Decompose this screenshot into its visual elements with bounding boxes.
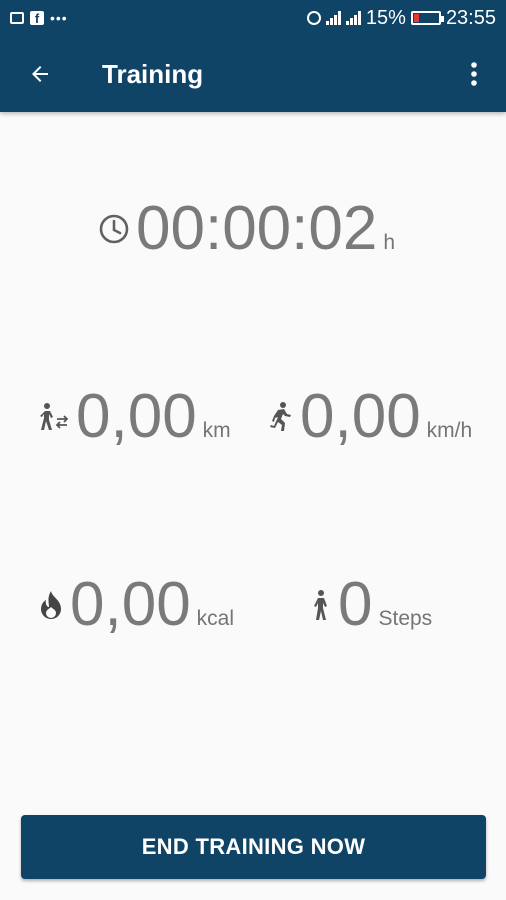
distance-stat: 0,00 km <box>38 386 231 448</box>
duration-value: 00:00:02 <box>136 194 378 263</box>
signal-icon <box>325 11 341 25</box>
speed-unit: km/h <box>426 419 473 442</box>
signal-icon <box>345 11 361 25</box>
more-options-button[interactable] <box>454 54 494 94</box>
distance-unit: km <box>202 419 231 442</box>
speed-stat: 0,00 km/h <box>266 386 472 448</box>
duration-stat: 00:00:02 h <box>98 198 395 260</box>
more-vert-icon <box>471 62 477 86</box>
battery-percent: 15% <box>365 6 406 29</box>
walking-distance-icon <box>40 403 69 430</box>
duration-unit: h <box>383 231 396 254</box>
status-bar-right: 15% 23:55 <box>306 6 496 30</box>
more-dots-icon: ••• <box>50 10 68 26</box>
flame-icon <box>41 591 61 619</box>
calories-unit: kcal <box>196 607 235 630</box>
arrow-back-icon <box>32 66 48 82</box>
distance-value: 0,00 <box>76 382 197 451</box>
battery-icon <box>410 11 444 25</box>
image-icon <box>10 12 24 24</box>
walking-icon <box>314 590 327 620</box>
status-bar: f ••• 15% 23:55 <box>0 0 506 36</box>
speed-value: 0,00 <box>300 382 421 451</box>
calories-value: 0,00 <box>70 570 191 639</box>
clock-time: 23:55 <box>445 6 496 29</box>
calories-stat: 0,00 kcal <box>38 574 234 636</box>
back-button[interactable] <box>20 54 60 94</box>
clock-icon <box>99 214 129 244</box>
running-icon <box>270 402 291 431</box>
alarm-icon <box>306 11 321 25</box>
status-bar-left: f ••• <box>10 10 68 26</box>
page-title: Training <box>102 58 204 89</box>
facebook-icon: f <box>30 11 44 26</box>
steps-stat: 0 Steps <box>310 574 432 636</box>
app-bar: Training <box>0 36 506 112</box>
steps-unit: Steps <box>378 607 433 630</box>
steps-value: 0 <box>338 570 373 639</box>
end-training-button[interactable]: END TRAINING NOW <box>21 815 486 879</box>
